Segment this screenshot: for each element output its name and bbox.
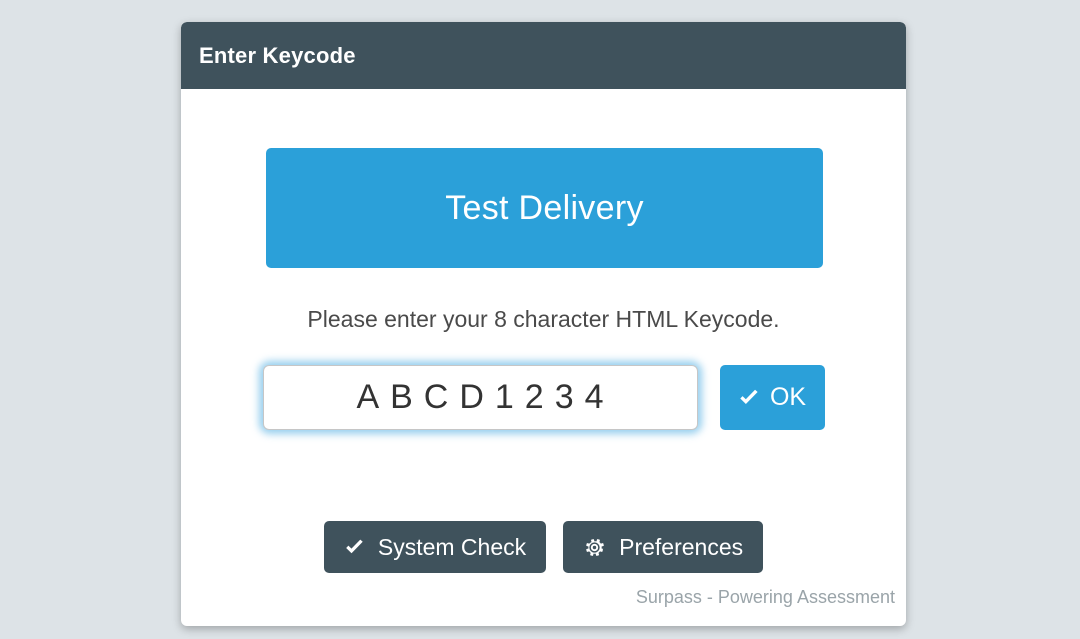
keycode-input-wrapper <box>262 365 698 430</box>
ok-button-label: OK <box>769 383 807 411</box>
gear-icon <box>583 536 606 559</box>
check-icon <box>344 537 365 558</box>
footer-buttons: System Check Preferences <box>181 521 906 573</box>
branding-text: Surpass - Powering Assessment <box>635 587 895 607</box>
dialog-title: Enter Keycode <box>199 42 356 68</box>
dialog-body: Test Delivery Please enter your 8 charac… <box>181 89 906 626</box>
preferences-button[interactable]: Preferences <box>563 521 764 573</box>
ok-button[interactable]: OK <box>719 365 825 430</box>
test-delivery-button[interactable]: Test Delivery <box>266 148 823 268</box>
system-check-label: System Check <box>377 533 527 560</box>
keycode-input[interactable] <box>262 365 698 430</box>
preferences-label: Preferences <box>619 533 744 560</box>
test-delivery-label: Test Delivery <box>445 188 644 227</box>
keycode-row: OK <box>181 365 906 430</box>
system-check-button[interactable]: System Check <box>323 521 547 573</box>
check-icon <box>738 387 760 409</box>
keycode-instruction-text: Please enter your 8 character HTML Keyco… <box>307 306 780 332</box>
enter-keycode-dialog: Enter Keycode Test Delivery Please enter… <box>181 22 906 626</box>
dialog-header: Enter Keycode <box>181 22 906 89</box>
